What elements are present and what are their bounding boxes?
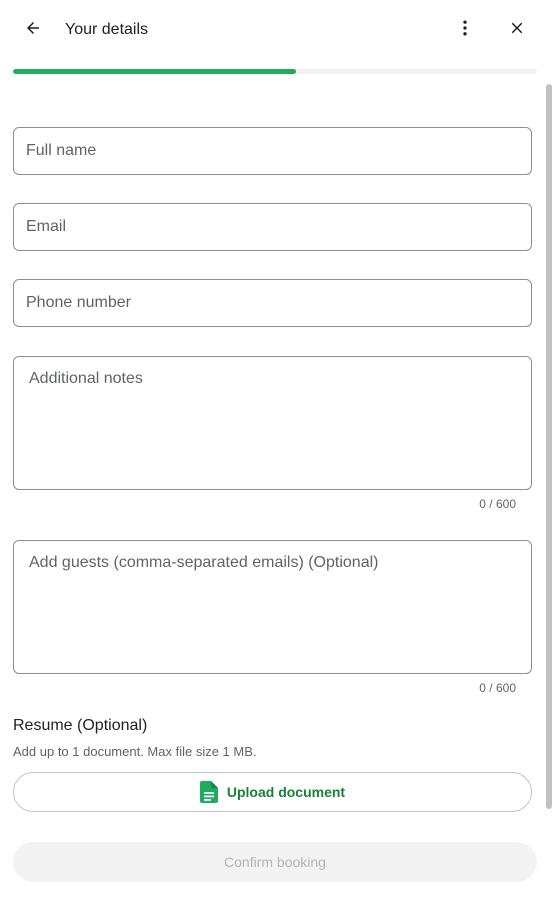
page-title: Your details: [65, 21, 149, 38]
progress-bar: [13, 69, 537, 74]
progress-fill: [13, 69, 296, 74]
close-button[interactable]: [497, 10, 537, 50]
upload-document-button[interactable]: Upload document: [13, 772, 532, 812]
email-field: [13, 203, 532, 251]
phone-input[interactable]: [14, 280, 531, 326]
confirm-booking-button[interactable]: Confirm booking: [13, 842, 537, 882]
header: Your details: [0, 0, 553, 60]
notes-textarea[interactable]: [14, 357, 531, 489]
close-icon: [508, 19, 526, 42]
notes-field: [13, 356, 532, 490]
notes-char-counter: 0 / 600: [479, 497, 516, 511]
guests-char-counter: 0 / 600: [479, 681, 516, 695]
back-button[interactable]: [13, 10, 53, 50]
full-name-field: [13, 127, 532, 175]
guests-textarea[interactable]: [14, 541, 531, 673]
phone-field: [13, 279, 532, 327]
booking-details-page: Your details 0 / 600 0 / 600 Resume (Opt: [0, 0, 553, 901]
more-vert-icon: [455, 18, 475, 43]
email-input[interactable]: [14, 204, 531, 250]
resume-title: Resume (Optional): [13, 717, 148, 734]
arrow-back-icon: [24, 19, 42, 42]
scrollbar-thumb[interactable]: [546, 84, 552, 809]
document-icon: [199, 781, 218, 803]
upload-document-label: Upload document: [226, 784, 346, 800]
guests-field: [13, 540, 532, 674]
resume-subtitle: Add up to 1 document. Max file size 1 MB…: [13, 744, 257, 759]
full-name-input[interactable]: [14, 128, 531, 174]
more-options-button[interactable]: [445, 10, 485, 50]
scrollbar[interactable]: [546, 84, 552, 809]
